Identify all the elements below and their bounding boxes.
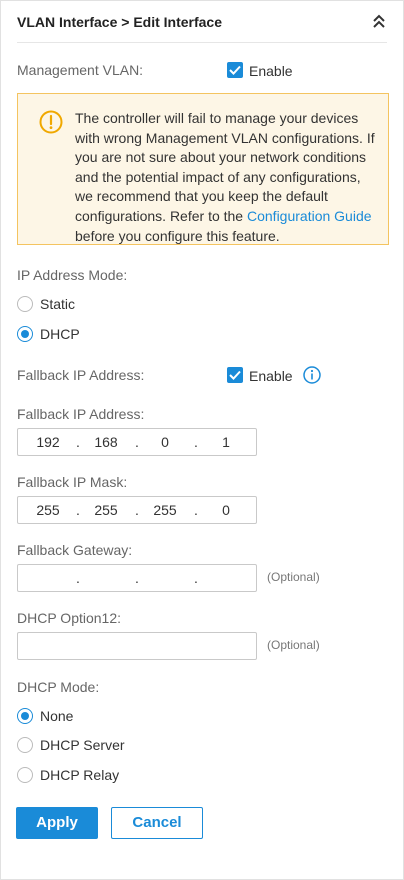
fallback-ip-enable-label: Fallback IP Address: <box>17 367 145 383</box>
ip-dot: . <box>76 434 80 450</box>
ip-dot: . <box>194 502 198 518</box>
ip-mode-dhcp-radio[interactable] <box>17 326 33 342</box>
dhcp-mode-relay-label: DHCP Relay <box>40 767 120 783</box>
ip-dot: . <box>194 434 198 450</box>
fallback-ip-enable-checkbox[interactable] <box>227 367 243 383</box>
ip-mode-static-label: Static <box>40 296 76 312</box>
ip-dot: . <box>135 434 139 450</box>
fallback-gateway-input[interactable]: . . . <box>17 564 257 592</box>
check-icon <box>229 370 241 380</box>
fallback-mask-octet-3[interactable]: 255 <box>144 497 186 523</box>
dhcp-option12-label: DHCP Option12: <box>17 610 122 626</box>
fallback-ip-octet-2[interactable]: 168 <box>85 429 127 455</box>
fallback-gateway-octet-1[interactable] <box>27 565 69 591</box>
warning-text-after-link: before you configure this feature. <box>75 227 280 244</box>
dhcp-mode-label: DHCP Mode: <box>17 679 100 695</box>
ip-dot: . <box>76 502 80 518</box>
dhcp-mode-server-radio[interactable] <box>17 737 33 753</box>
management-vlan-enable-label: Enable <box>249 63 293 79</box>
fallback-gateway-octet-3[interactable] <box>144 565 186 591</box>
fallback-ip-mask-input[interactable]: 255 . 255 . 255 . 0 <box>17 496 257 524</box>
fallback-gateway-optional-hint: (Optional) <box>267 570 320 584</box>
fallback-mask-octet-2[interactable]: 255 <box>85 497 127 523</box>
fallback-gateway-octet-2[interactable] <box>85 565 127 591</box>
fallback-ip-octet-3[interactable]: 0 <box>144 429 186 455</box>
ip-dot: . <box>135 502 139 518</box>
fallback-ip-octet-4[interactable]: 1 <box>205 429 247 455</box>
fallback-ip-mask-label: Fallback IP Mask: <box>17 474 128 490</box>
ip-dot: . <box>135 570 139 586</box>
ip-mode-dhcp-label: DHCP <box>40 326 80 342</box>
fallback-gateway-octet-4[interactable] <box>205 565 247 591</box>
double-chevron-up-icon[interactable] <box>371 13 387 31</box>
dhcp-option12-input[interactable] <box>17 632 257 660</box>
management-vlan-enable-checkbox[interactable] <box>227 62 243 78</box>
edit-interface-panel: VLAN Interface > Edit Interface Manageme… <box>0 0 404 880</box>
page-title: VLAN Interface > Edit Interface <box>17 14 223 30</box>
fallback-mask-octet-4[interactable]: 0 <box>205 497 247 523</box>
fallback-ip-address-input[interactable]: 192 . 168 . 0 . 1 <box>17 428 257 456</box>
management-vlan-label: Management VLAN: <box>17 62 144 78</box>
ip-dot: . <box>194 570 198 586</box>
dhcp-mode-none-radio[interactable] <box>17 708 33 724</box>
dhcp-mode-relay-radio[interactable] <box>17 767 33 783</box>
dhcp-mode-server-label: DHCP Server <box>40 737 125 753</box>
fallback-ip-enable-text: Enable <box>249 368 293 384</box>
fallback-gateway-label: Fallback Gateway: <box>17 542 133 558</box>
management-vlan-warning: The controller will fail to manage your … <box>17 93 389 245</box>
fallback-ip-address-label: Fallback IP Address: <box>17 406 145 422</box>
panel-header: VLAN Interface > Edit Interface <box>17 1 387 43</box>
check-icon <box>229 65 241 75</box>
fallback-mask-octet-1[interactable]: 255 <box>27 497 69 523</box>
info-circle-icon[interactable] <box>303 366 321 384</box>
warning-text-before-link: The controller will fail to manage your … <box>75 110 375 224</box>
fallback-ip-octet-1[interactable]: 192 <box>27 429 69 455</box>
configuration-guide-link[interactable]: Configuration Guide <box>247 208 372 224</box>
ip-mode-static-radio[interactable] <box>17 296 33 312</box>
apply-button[interactable]: Apply <box>16 807 98 839</box>
ip-dot: . <box>76 570 80 586</box>
warning-circle-icon <box>39 110 63 134</box>
dhcp-mode-none-label: None <box>40 708 74 724</box>
warning-text: The controller will fail to manage your … <box>75 109 379 246</box>
cancel-button[interactable]: Cancel <box>111 807 203 839</box>
ip-address-mode-label: IP Address Mode: <box>17 267 128 283</box>
dhcp-option12-optional-hint: (Optional) <box>267 638 320 652</box>
